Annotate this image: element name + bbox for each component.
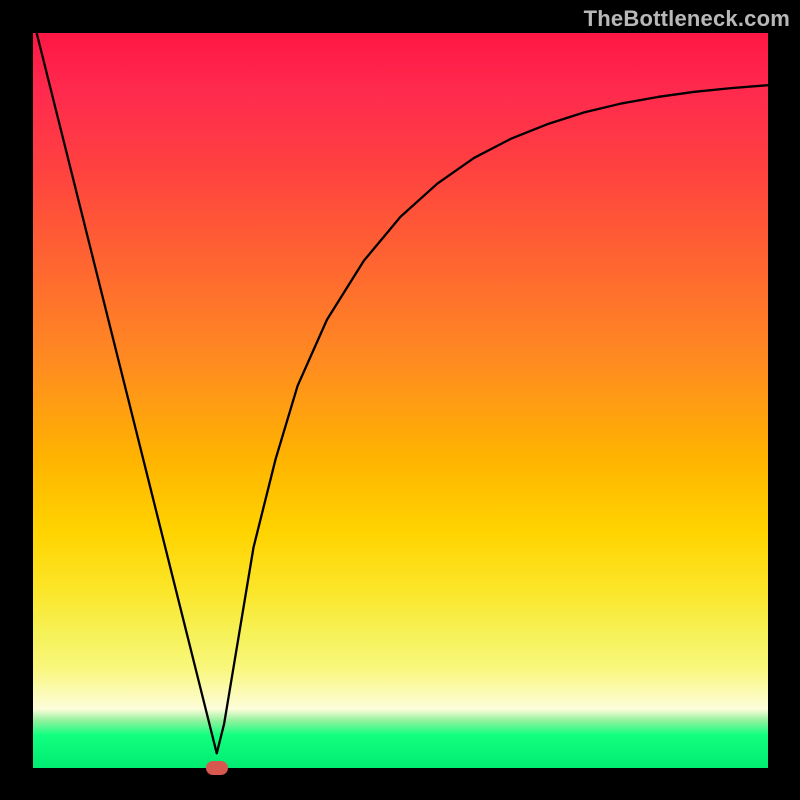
watermark-text: TheBottleneck.com [584, 6, 790, 32]
chart-frame: TheBottleneck.com [0, 0, 800, 800]
optimum-marker [206, 761, 228, 775]
plot-area [33, 33, 768, 768]
curve-layer [33, 33, 768, 768]
bottleneck-curve [33, 33, 768, 753]
